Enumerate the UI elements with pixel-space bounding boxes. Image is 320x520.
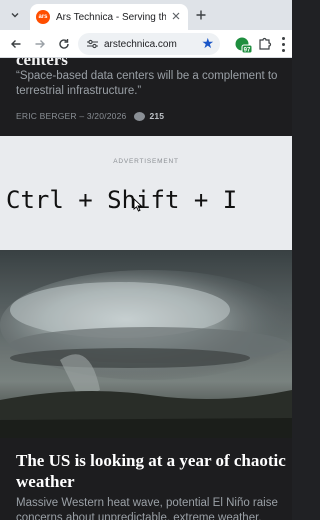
arrow-right-icon[interactable]	[32, 36, 48, 52]
puzzle-icon[interactable]	[258, 36, 272, 50]
keyboard-shortcut-overlay: Ctrl + Shift + I	[6, 186, 238, 214]
ars-favicon-icon: ars	[36, 10, 50, 24]
advertisement-slot: ADVERTISEMENT Ctrl + Shift + I	[0, 136, 292, 250]
advertisement-label: ADVERTISEMENT	[113, 158, 179, 165]
feature-headline[interactable]: The US is looking at a year of chaotic w…	[16, 450, 286, 492]
webpage: centers “Space-based data centers will b…	[0, 58, 292, 520]
tab-strip: ars Ars Technica - Serving the Technolog…	[0, 0, 292, 30]
browser-toolbar: arstechnica.com ★ 97	[0, 30, 292, 58]
comment-count: 215	[149, 111, 165, 121]
kebab-menu-icon[interactable]	[279, 35, 287, 53]
reload-icon[interactable]	[56, 36, 72, 52]
url-text: arstechnica.com	[104, 38, 177, 50]
feature-dek: Massive Western heat wave, potential El …	[16, 497, 278, 520]
previous-article-quote: “Space-based data centers will be a comp…	[16, 70, 278, 97]
browser-window: ars Ars Technica - Serving the Technolog…	[0, 0, 292, 520]
byline: ERIC BERGER – 3/20/2026 215	[16, 111, 164, 121]
plus-icon[interactable]	[192, 6, 210, 24]
address-bar[interactable]: arstechnica.com ★	[78, 33, 220, 55]
extension-badge-count: 97	[244, 47, 251, 53]
tab-ars-technica[interactable]: ars Ars Technica - Serving the Technolog…	[30, 4, 188, 30]
previous-article-card[interactable]: centers “Space-based data centers will b…	[0, 58, 292, 136]
comment-bubble-icon	[134, 111, 146, 121]
star-icon[interactable]: ★	[201, 35, 214, 52]
byline-text[interactable]: ERIC BERGER – 3/20/2026	[16, 111, 126, 121]
tab-title: Ars Technica - Serving the Technologist	[56, 11, 167, 23]
mouse-cursor-icon	[133, 197, 143, 212]
extension-badge-icon[interactable]: 97	[234, 36, 253, 54]
close-icon[interactable]	[170, 11, 182, 23]
supercell-storm-photo[interactable]	[0, 250, 292, 438]
arrow-left-icon[interactable]	[8, 36, 24, 52]
tune-icon[interactable]	[86, 38, 98, 50]
comments-link[interactable]: 215	[134, 111, 164, 121]
chevron-down-icon[interactable]	[6, 6, 24, 24]
